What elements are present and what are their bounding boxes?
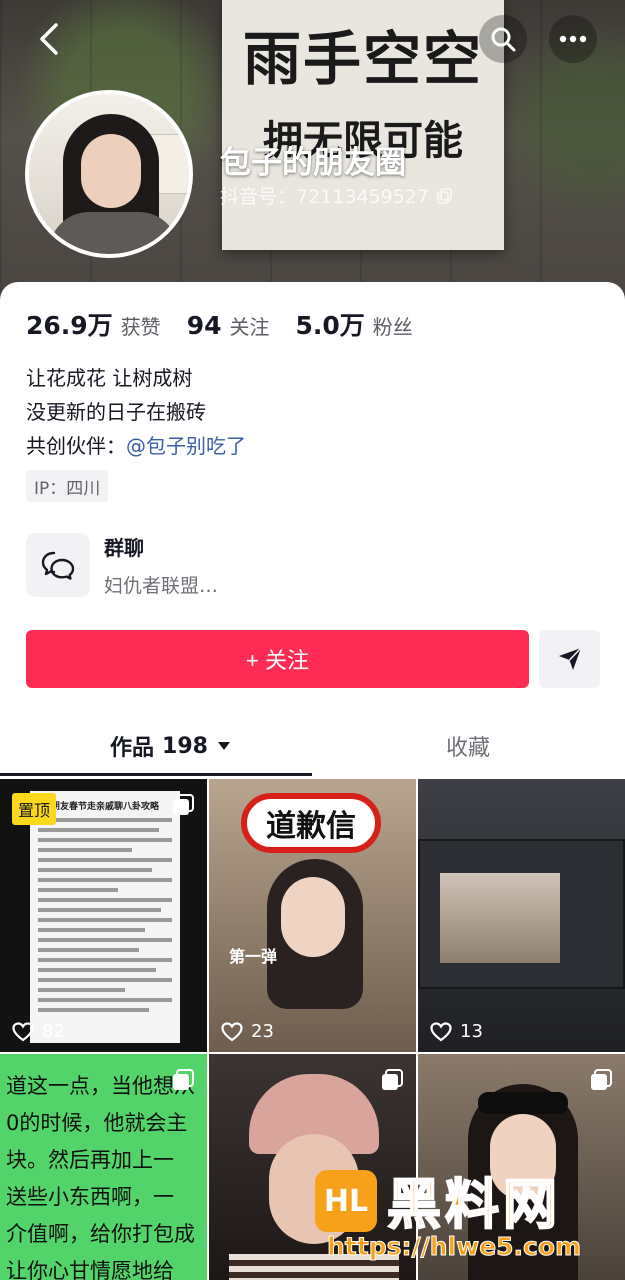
profile-stats: 26.9万 获赞 94 关注 5.0万 粉丝 [26, 306, 439, 342]
watermark-title: 黑料网 [386, 1172, 561, 1237]
banner-poster: 雨手空空 拥无限可能 [222, 0, 504, 250]
back-button[interactable] [25, 15, 73, 63]
bio-partner-prefix: 共创伙伴： [26, 434, 126, 458]
search-icon [491, 27, 516, 52]
poster-text-1: 雨手空空 [242, 25, 483, 93]
douyin-id-text: 抖音号：72113459527 [220, 186, 429, 208]
profile-bio: 让花成花 让树成树 没更新的日子在搬砖 共创伙伴：@包子别吃了 [26, 361, 246, 463]
ip-location-tag: IP：四川 [26, 470, 109, 502]
stat-label: 粉丝 [372, 315, 413, 339]
thumbnail-doc-title: 朋友春节走亲戚聊八卦攻略 [50, 802, 159, 812]
stat-followers[interactable]: 5.0万 粉丝 [295, 306, 412, 342]
like-count: 23 [221, 1021, 274, 1042]
search-button[interactable] [479, 15, 527, 63]
profile-nickname: 包子的朋友圈 [220, 145, 406, 181]
stat-value: 94 [186, 311, 222, 340]
more-button[interactable] [549, 15, 597, 63]
active-tab-indicator [0, 773, 312, 776]
tab-favorites[interactable]: 收藏 [446, 716, 490, 776]
stat-following[interactable]: 94 关注 [187, 311, 270, 340]
thumbnail-screen [418, 839, 625, 989]
thumbnail-document: 朋友春节走亲戚聊八卦攻略 [30, 791, 180, 1043]
chevron-left-icon [40, 23, 58, 55]
thumbnail-title: 道歉信 [241, 793, 381, 853]
group-chat-text: 群聊 妇仇者联盟… [104, 532, 218, 598]
like-count-value: 23 [251, 1021, 274, 1042]
video-thumbnail-1[interactable]: 朋友春节走亲戚聊八卦攻略 置顶 82 [0, 779, 207, 1052]
bio-line-2: 没更新的日子在搬砖 [26, 400, 206, 424]
bio-partner-line: 共创伙伴：@包子别吃了 [26, 429, 246, 463]
like-count-value: 13 [460, 1021, 483, 1042]
video-thumbnail-2[interactable]: 道歉信 第一弹 23 [209, 779, 416, 1052]
tab-works[interactable]: 作品 198 [110, 716, 232, 776]
thumbnail-text-line: 块。然后再加上一 [6, 1148, 174, 1172]
video-thumbnail-3[interactable]: 13 [418, 779, 625, 1052]
thumbnail-text-line: 让你心甘情愿地给 [6, 1259, 174, 1280]
like-count-value: 82 [42, 1021, 65, 1042]
multi-image-icon [382, 1069, 403, 1090]
avatar[interactable] [25, 90, 193, 258]
stat-label: 获赞 [120, 315, 161, 339]
more-dots-icon [559, 35, 587, 43]
thumbnail-text-line: 0的时候，他就会主 [6, 1111, 188, 1135]
douyin-id[interactable]: 抖音号：72113459527 [220, 182, 453, 209]
thumbnail-text-line: 介值啊，给你打包成 [6, 1222, 195, 1246]
follow-button[interactable]: + 关注 [26, 630, 529, 688]
share-button[interactable] [539, 630, 600, 688]
partner-mention-link[interactable]: @包子别吃了 [126, 434, 246, 458]
thumbnail-text-line: 送些小东西啊，一 [6, 1185, 174, 1209]
heart-icon [430, 1021, 452, 1041]
like-count: 82 [12, 1021, 65, 1042]
multi-image-icon [591, 1069, 612, 1090]
watermark-url: https://hlwe5.com [326, 1232, 582, 1262]
tab-works-count: 198 [162, 733, 208, 759]
caret-down-icon [217, 742, 230, 750]
video-thumbnail-4[interactable]: 道这一点，当他想从 0的时候，他就会主 块。然后再加上一 送些小东西啊，一 介值… [0, 1054, 207, 1280]
multi-image-icon [173, 794, 194, 815]
send-icon [558, 647, 582, 670]
stat-likes[interactable]: 26.9万 获赞 [26, 306, 161, 342]
tab-works-label: 作品 [110, 736, 155, 761]
heart-icon [12, 1021, 34, 1041]
pinned-badge: 置顶 [12, 793, 57, 825]
stat-value: 5.0万 [295, 311, 365, 340]
thumbnail-caption: 第一弹 [229, 947, 278, 966]
copy-icon[interactable] [437, 187, 453, 204]
watermark-logo: HL [315, 1170, 377, 1232]
group-chat-subtitle: 妇仇者联盟… [104, 575, 219, 597]
bio-line-1: 让花成花 让树成树 [26, 366, 193, 390]
group-chat-icon [41, 551, 75, 580]
content-tabs: 作品 198 收藏 [0, 716, 625, 778]
thumbnail-text: 道这一点，当他想从 0的时候，他就会主 块。然后再加上一 送些小东西啊，一 介值… [6, 1068, 207, 1280]
group-chat-icon-box [26, 533, 90, 597]
multi-image-icon [173, 1069, 194, 1090]
stat-label: 关注 [229, 315, 270, 339]
watermark: HL 黑料网 https://hlwe5.com [315, 1160, 615, 1275]
group-chat-title: 群聊 [104, 536, 144, 560]
stat-value: 26.9万 [26, 311, 113, 340]
group-chat-entry[interactable]: 群聊 妇仇者联盟… [26, 532, 218, 598]
like-count: 13 [430, 1021, 483, 1042]
heart-icon [221, 1021, 243, 1041]
